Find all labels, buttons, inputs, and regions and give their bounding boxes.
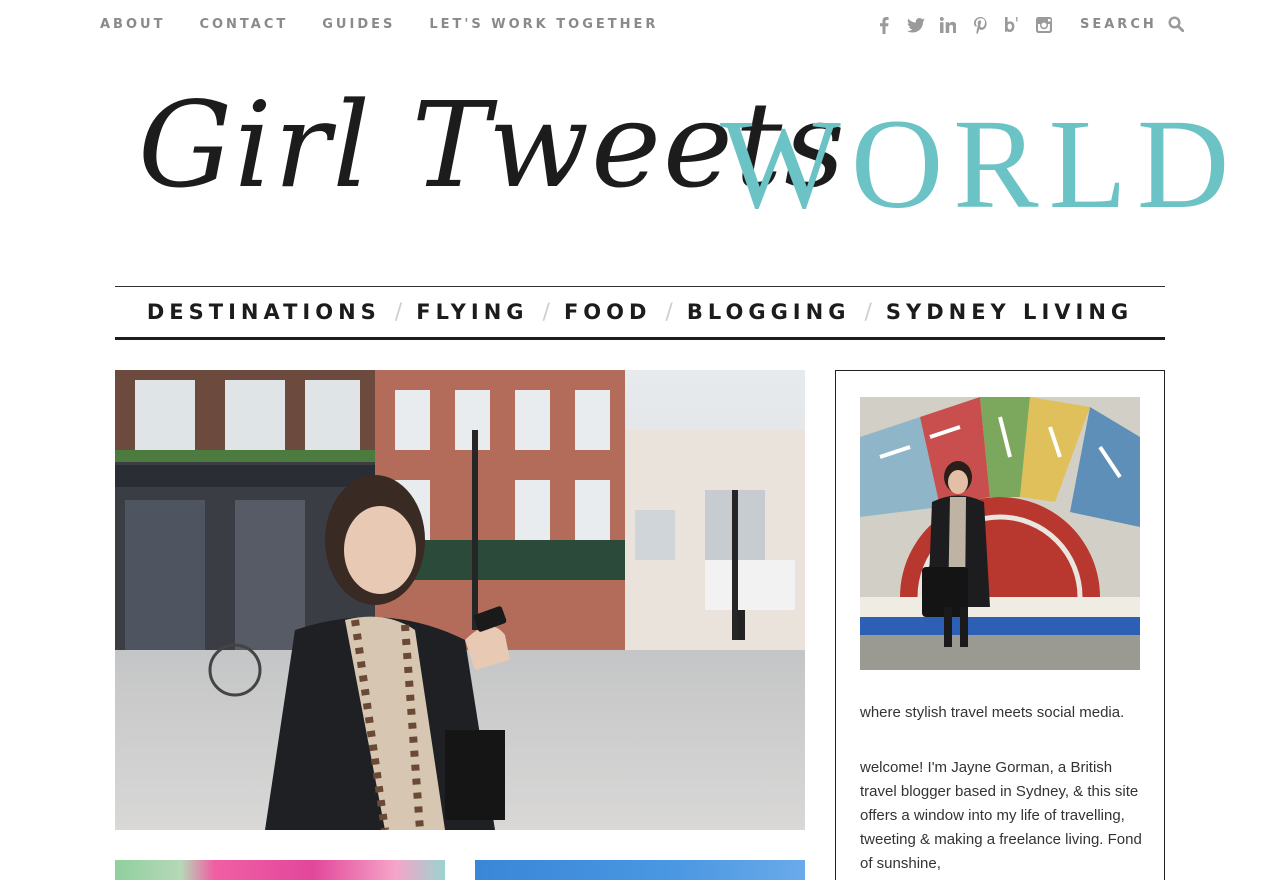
category-separator: / <box>542 299 550 325</box>
featured-post-image[interactable] <box>115 370 805 830</box>
nav-contact-link[interactable]: CONTACT <box>199 17 288 32</box>
sidebar-tagline: where stylish travel meets social media. <box>860 704 1125 721</box>
category-sydney-living[interactable]: SYDNEY LIVING <box>886 300 1133 324</box>
category-flying[interactable]: FLYING <box>416 300 528 324</box>
site-logo[interactable]: Girl Tweets WORLD <box>130 80 1229 260</box>
linkedin-icon[interactable] <box>932 14 964 36</box>
post-thumbnail-blue[interactable] <box>475 860 805 880</box>
top-nav: ABOUT CONTACT GUIDES LET'S WORK TOGETHER <box>100 17 692 32</box>
facebook-icon[interactable] <box>868 14 900 36</box>
social-links <box>868 14 1060 36</box>
sidebar-about: where stylish travel meets social media.… <box>835 370 1165 880</box>
category-blogging[interactable]: BLOGGING <box>687 300 851 324</box>
category-separator: / <box>394 299 403 325</box>
author-photo <box>860 397 1140 670</box>
post-thumbnail-pink[interactable] <box>115 860 445 880</box>
search-box <box>1080 16 1184 32</box>
instagram-icon[interactable] <box>1028 14 1060 36</box>
author-photo-illustration <box>860 397 1140 670</box>
sidebar-bio: welcome! I'm Jayne Gorman, a British tra… <box>860 759 1142 872</box>
top-bar: ABOUT CONTACT GUIDES LET'S WORK TOGETHER <box>0 0 1280 50</box>
category-nav: DESTINATIONS / FLYING / FOOD / BLOGGING … <box>115 286 1165 340</box>
category-separator: / <box>864 299 872 325</box>
nav-about-link[interactable]: ABOUT <box>100 17 165 32</box>
search-icon[interactable] <box>1168 16 1184 32</box>
search-input[interactable] <box>1080 16 1168 32</box>
nav-guides-link[interactable]: GUIDES <box>322 17 395 32</box>
pinterest-icon[interactable] <box>964 14 996 36</box>
bloglovin-icon[interactable] <box>996 14 1028 36</box>
twitter-icon[interactable] <box>900 14 932 36</box>
category-separator: / <box>665 299 673 325</box>
nav-work-together-link[interactable]: LET'S WORK TOGETHER <box>429 17 658 32</box>
street-scene-illustration <box>115 370 805 830</box>
category-destinations[interactable]: DESTINATIONS <box>147 300 381 324</box>
category-food[interactable]: FOOD <box>564 300 651 324</box>
logo-world-text: WORLD <box>720 93 1240 235</box>
